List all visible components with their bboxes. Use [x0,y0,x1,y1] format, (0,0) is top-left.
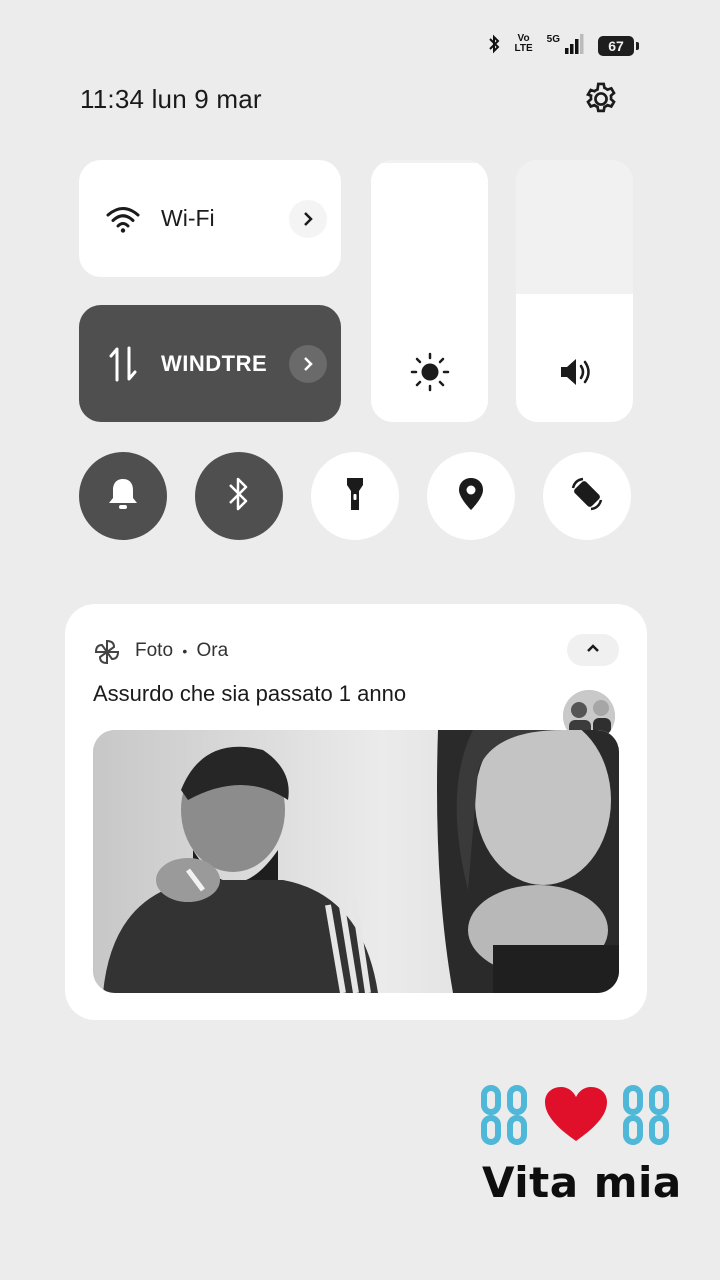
bluetooth-status-icon [487,34,501,54]
collapse-button[interactable] [567,634,619,666]
bluetooth-toggle[interactable] [195,452,283,540]
mobile-data-icon [103,344,143,384]
wifi-label: Wi-Fi [161,205,215,231]
mobile-data-chevron-icon[interactable] [289,345,327,383]
pinwheel-icon [93,638,121,666]
brightness-icon [371,352,488,392]
chain-icon [620,1084,674,1151]
flashlight-toggle[interactable] [311,452,399,540]
battery-icon: 67 [598,36,639,56]
notification-title: Assurdo che sia passato 1 anno [93,681,407,706]
flashlight-icon [344,475,366,518]
notification-time: Ora [196,640,229,661]
bluetooth-icon [226,475,252,518]
bell-icon [106,476,140,517]
chain-icon [478,1084,532,1151]
notification-app-name: Foto [135,640,174,661]
rotate-icon [567,474,607,519]
mobile-data-tile[interactable]: WINDTRE [79,305,341,422]
sound-toggle[interactable] [79,452,167,540]
location-toggle[interactable] [427,452,515,540]
notification-separator: • [182,643,188,659]
network-type-label: 5G [546,34,560,45]
mobile-data-label: WINDTRE [161,350,268,376]
sticker-text: Vita mia [482,1158,682,1207]
location-icon [456,476,486,517]
wifi-chevron-icon[interactable] [289,200,327,238]
gear-icon[interactable] [582,80,620,118]
volume-slider[interactable] [516,160,633,422]
volume-icon [516,352,633,392]
wifi-tile[interactable]: Wi-Fi [79,160,341,277]
date-time: 11:34 lun 9 mar [80,84,262,115]
signal-icon: 5G [547,34,586,54]
wifi-icon [103,199,143,239]
sticker-icons [478,1084,674,1151]
heart-icon [543,1085,609,1150]
date-label: lun 9 mar [151,84,262,114]
notification-photo [93,730,619,993]
brightness-slider[interactable] [371,160,488,422]
notification-card[interactable]: Foto • Ora Assurdo che sia passato 1 ann… [65,604,647,1020]
notification-app-info: Foto • Ora [135,640,228,662]
auto-rotate-toggle[interactable] [543,452,631,540]
chevron-up-icon [585,641,601,659]
time-label: 11:34 [80,84,145,114]
volte-icon: Vo LTE [514,33,533,54]
battery-level: 67 [608,38,624,54]
